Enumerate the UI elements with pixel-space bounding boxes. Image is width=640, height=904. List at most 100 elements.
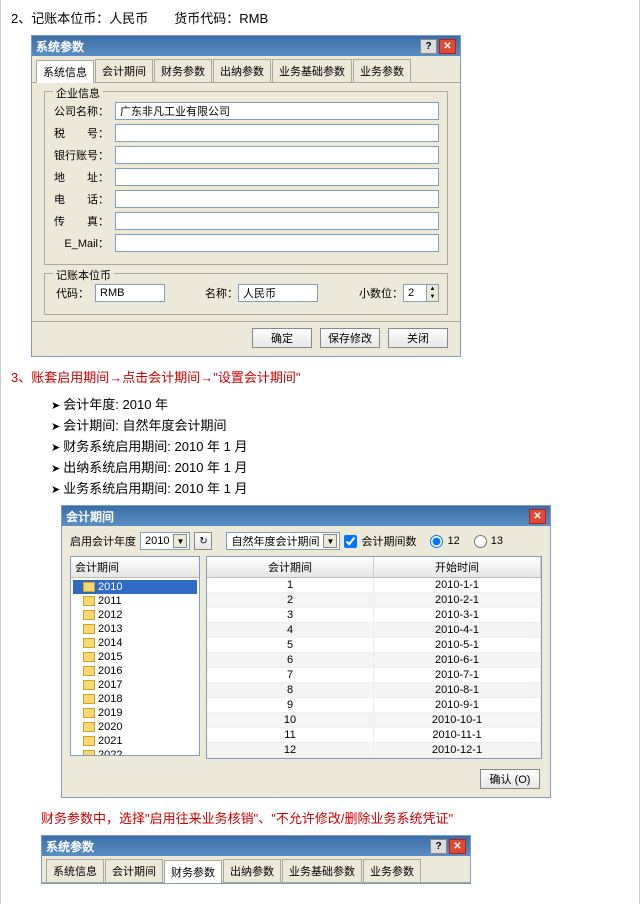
table-row[interactable]: 102010-10-1: [207, 713, 541, 728]
table-row[interactable]: 42010-4-1: [207, 623, 541, 638]
tab-business[interactable]: 业务参数: [363, 859, 421, 882]
period-type-combo[interactable]: 自然年度会计期间 ▼: [226, 532, 340, 550]
tree-item[interactable]: 2013: [73, 622, 197, 636]
chevron-down-icon[interactable]: ▼: [323, 534, 337, 548]
system-params-dialog-2: 系统参数 ? ✕ 系统信息 会计期间 财务参数 出纳参数 业务基础参数 业务参数: [41, 835, 471, 884]
chevron-down-icon[interactable]: ▼: [173, 534, 187, 548]
email-input[interactable]: [115, 234, 439, 252]
year-combo[interactable]: 2010 ▼: [140, 532, 190, 550]
tabs: 系统信息 会计期间 财务参数 出纳参数 业务基础参数 业务参数: [32, 56, 460, 83]
column-header: 会计期间: [207, 557, 374, 577]
group-legend: 记账本位币: [53, 267, 114, 283]
titlebar: 会计期间 ✕: [62, 506, 550, 526]
folder-icon: [83, 694, 95, 704]
tab-system-info[interactable]: 系统信息: [46, 859, 104, 882]
tab-business-base[interactable]: 业务基础参数: [282, 859, 362, 882]
tab-system-info[interactable]: 系统信息: [36, 60, 94, 83]
tree-item[interactable]: 2010: [73, 580, 197, 594]
accounting-period-dialog: 会计期间 ✕ 启用会计年度 2010 ▼ ↻ 自然年度会计期间 ▼ 会计期间数 …: [61, 505, 551, 798]
close-icon[interactable]: ✕: [449, 839, 466, 854]
label: 会计期间数: [361, 533, 416, 549]
table-row[interactable]: 22010-2-1: [207, 593, 541, 608]
tab-finance[interactable]: 财务参数: [154, 59, 212, 82]
tree-item[interactable]: 2017: [73, 678, 197, 692]
save-button[interactable]: 保存修改: [320, 328, 380, 348]
bullet-list: 会计年度: 2010 年 会计期间: 自然年度会计期间 财务系统启用期间: 20…: [51, 394, 629, 497]
folder-icon: [83, 722, 95, 732]
titlebar: 系统参数 ? ✕: [32, 36, 460, 56]
folder-icon: [83, 638, 95, 648]
folder-icon: [83, 596, 95, 606]
tree-item[interactable]: 2019: [73, 706, 197, 720]
tree-item[interactable]: 2014: [73, 636, 197, 650]
tab-cashier[interactable]: 出纳参数: [223, 859, 281, 882]
tree-item[interactable]: 2021: [73, 734, 197, 748]
spinner-up-icon[interactable]: ▲: [426, 285, 438, 293]
company-info-group: 企业信息 公司名称： 税 号： 银行账号： 地 址： 电 话： 传 真： E_M…: [44, 91, 448, 265]
tab-business-base[interactable]: 业务基础参数: [272, 59, 352, 82]
confirm-button[interactable]: 确认 (O): [480, 769, 540, 789]
column-header: 开始时间: [374, 557, 541, 577]
period-12-radio[interactable]: [430, 535, 443, 548]
fax-input[interactable]: [115, 212, 439, 230]
decimal-spinner[interactable]: 2 ▲▼: [403, 284, 439, 302]
tab-finance[interactable]: 财务参数: [164, 860, 222, 883]
combo-value: 自然年度会计期间: [231, 533, 319, 549]
dialog-title: 系统参数: [36, 38, 418, 55]
tax-input[interactable]: [115, 124, 439, 142]
tree-item[interactable]: 2018: [73, 692, 197, 706]
close-icon[interactable]: ✕: [529, 509, 546, 524]
system-params-dialog: 系统参数 ? ✕ 系统信息 会计期间 财务参数 出纳参数 业务基础参数 业务参数…: [31, 35, 461, 357]
refresh-button[interactable]: ↻: [194, 532, 212, 550]
tree-item[interactable]: 2020: [73, 720, 197, 734]
label: 银行账号：: [53, 147, 109, 163]
tab-cashier[interactable]: 出纳参数: [213, 59, 271, 82]
table-row[interactable]: 62010-6-1: [207, 653, 541, 668]
period-count-checkbox[interactable]: [344, 535, 357, 548]
help-icon[interactable]: ?: [430, 839, 447, 854]
help-icon[interactable]: ?: [420, 39, 437, 54]
close-icon[interactable]: ✕: [439, 39, 456, 54]
tree-item[interactable]: 2011: [73, 594, 197, 608]
folder-icon: [83, 624, 95, 634]
folder-icon: [83, 736, 95, 746]
bank-input[interactable]: [115, 146, 439, 164]
bullet-item: 财务系统启用期间: 2010 年 1 月: [51, 436, 629, 455]
tabs: 系统信息 会计期间 财务参数 出纳参数 业务基础参数 业务参数: [42, 856, 470, 883]
instruction-2: 2、记账本位币：人民币 货币代码：RMB: [11, 8, 629, 27]
tree-item[interactable]: 2016: [73, 664, 197, 678]
table-row[interactable]: 52010-5-1: [207, 638, 541, 653]
tree-item[interactable]: 2022: [73, 748, 197, 756]
tab-business[interactable]: 业务参数: [353, 59, 411, 82]
tab-accounting-period[interactable]: 会计期间: [95, 59, 153, 82]
close-button[interactable]: 关闭: [388, 328, 448, 348]
label: 12: [447, 535, 459, 547]
finance-params-note: 财务参数中，选择"启用往来业务核销"、"不允许修改/删除业务系统凭证": [41, 808, 629, 827]
table-row[interactable]: 72010-7-1: [207, 668, 541, 683]
label: 代码：: [53, 285, 89, 301]
dialog-title: 系统参数: [46, 838, 428, 855]
titlebar: 系统参数 ? ✕: [42, 836, 470, 856]
tree-item[interactable]: 2015: [73, 650, 197, 664]
period-13-radio[interactable]: [474, 535, 487, 548]
table-row[interactable]: 122010-12-1: [207, 743, 541, 758]
spinner-down-icon[interactable]: ▼: [426, 293, 438, 301]
year-tree: 会计期间 20102011201220132014201520162017201…: [70, 556, 200, 756]
instruction-3: 3、账套启用期间→点击会计期间→"设置会计期间": [11, 367, 629, 386]
company-name-input[interactable]: [115, 102, 439, 120]
table-row[interactable]: 32010-3-1: [207, 608, 541, 623]
currency-name-input[interactable]: [238, 284, 318, 302]
tree-item[interactable]: 2012: [73, 608, 197, 622]
currency-code-input[interactable]: [95, 284, 165, 302]
folder-icon: [83, 652, 95, 662]
bullet-item: 业务系统启用期间: 2010 年 1 月: [51, 478, 629, 497]
table-row[interactable]: 92010-9-1: [207, 698, 541, 713]
table-row[interactable]: 112010-11-1: [207, 728, 541, 743]
tab-accounting-period[interactable]: 会计期间: [105, 859, 163, 882]
ok-button[interactable]: 确定: [252, 328, 312, 348]
folder-icon: [83, 708, 95, 718]
address-input[interactable]: [115, 168, 439, 186]
table-row[interactable]: 82010-8-1: [207, 683, 541, 698]
table-row[interactable]: 12010-1-1: [207, 578, 541, 593]
tel-input[interactable]: [115, 190, 439, 208]
